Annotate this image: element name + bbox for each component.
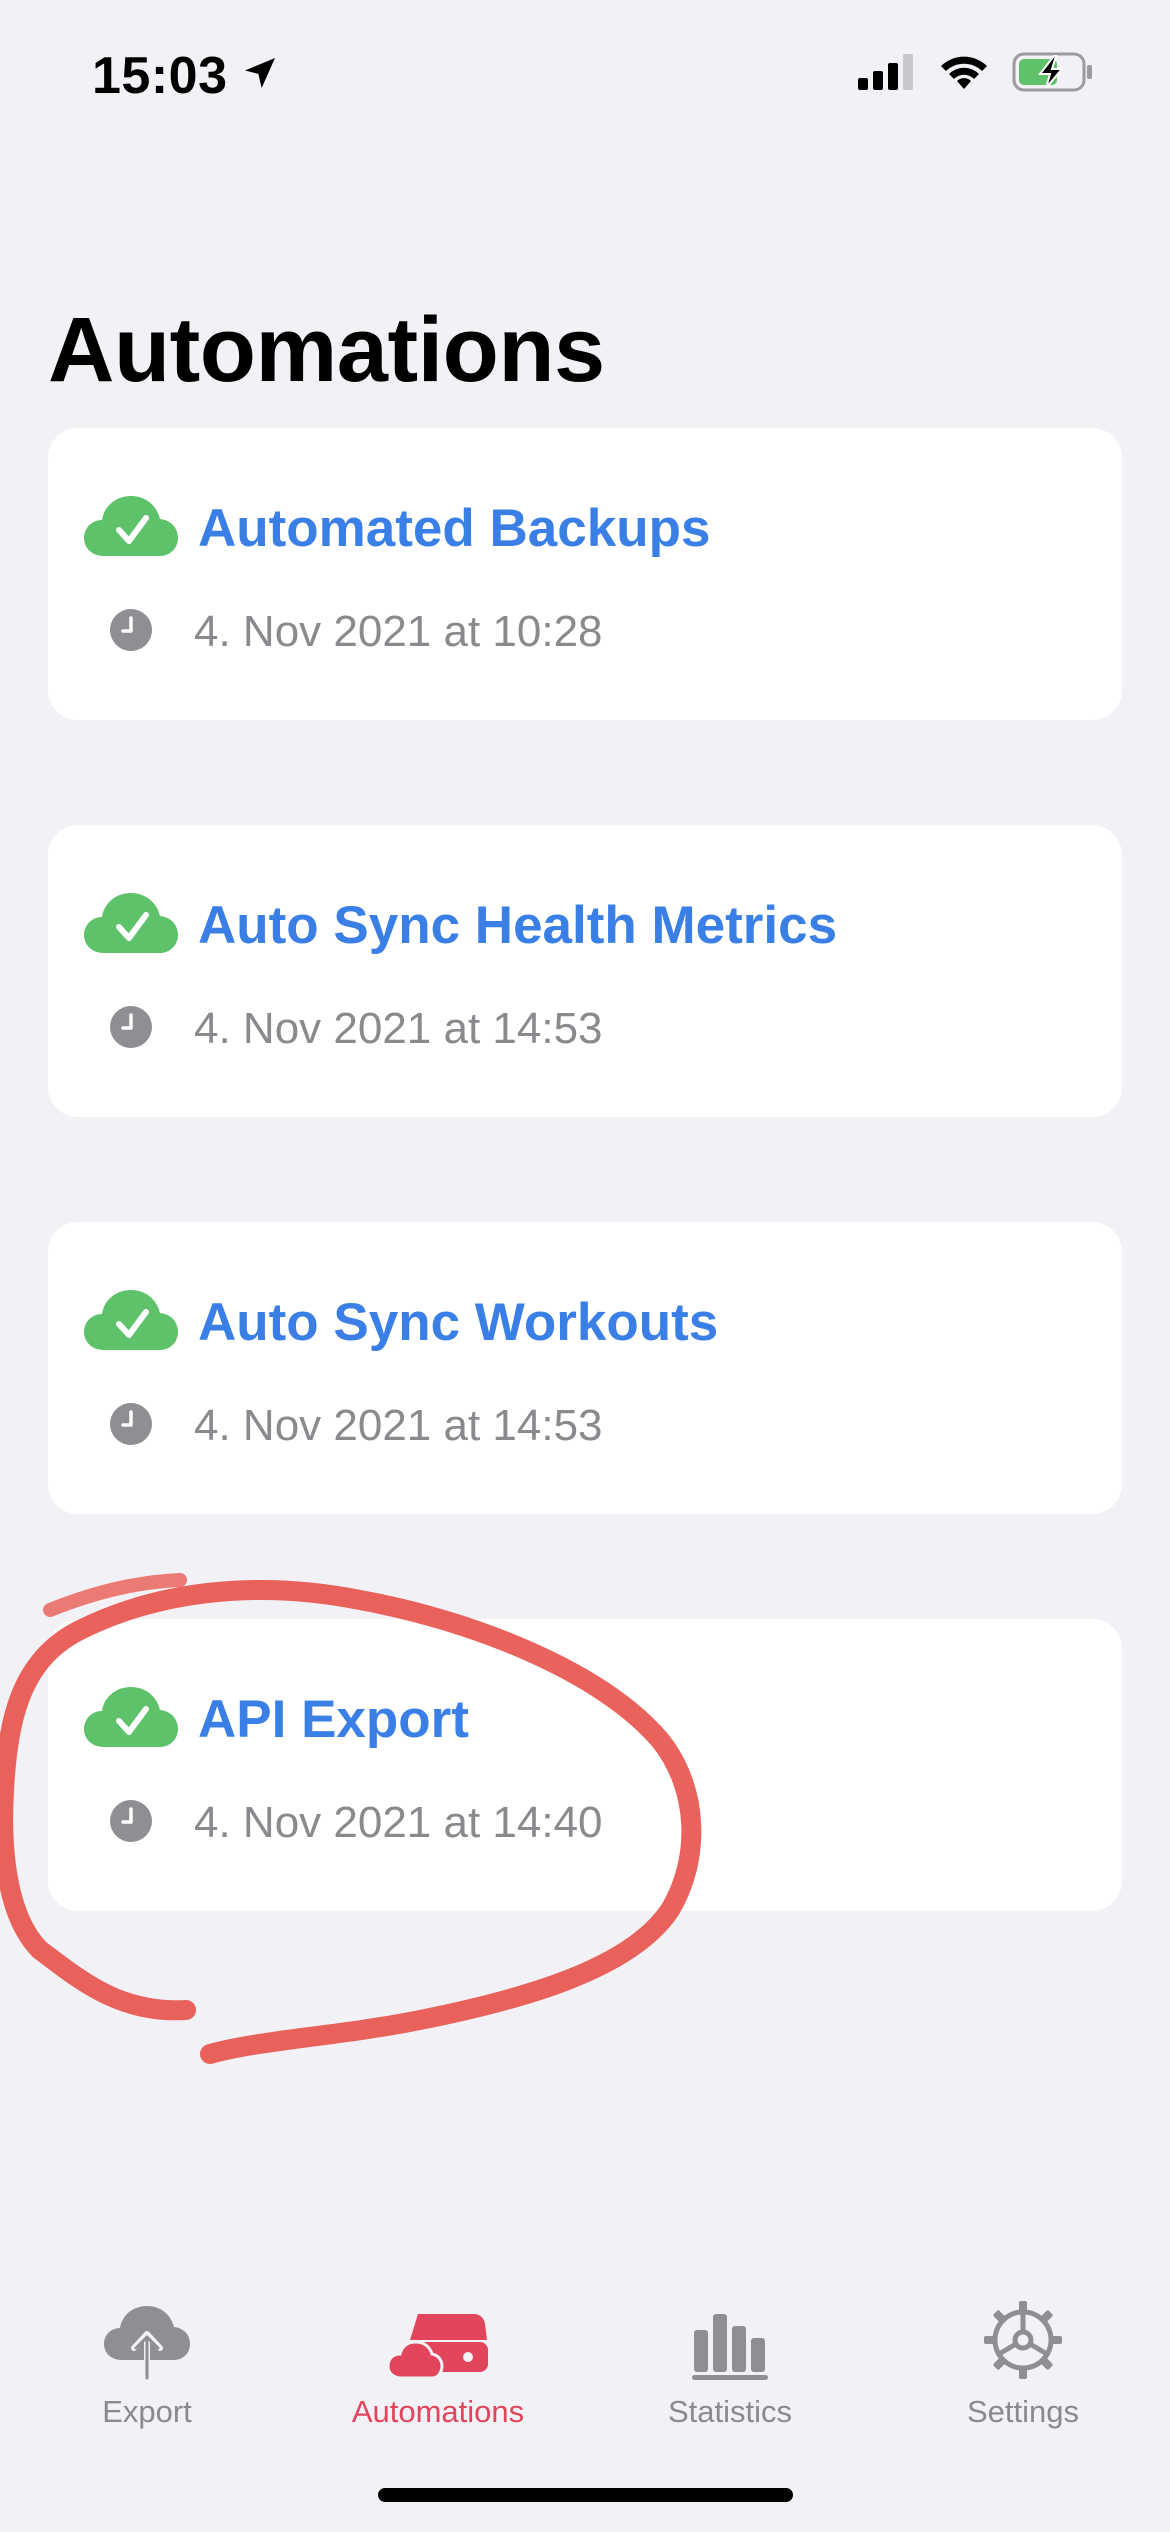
clock-icon: [110, 1799, 152, 1847]
automation-title: Auto Sync Workouts: [198, 1292, 719, 1352]
automations-icon: [388, 2294, 488, 2380]
automation-title: Automated Backups: [198, 498, 711, 558]
home-indicator[interactable]: [378, 2488, 793, 2502]
cloud-check-icon: [84, 1685, 178, 1754]
card-header: API Export: [84, 1685, 469, 1754]
wifi-icon: [938, 53, 990, 96]
status-time-group: 15:03: [92, 44, 280, 108]
status-bar: 15:03: [0, 0, 1170, 150]
automation-title: API Export: [198, 1689, 469, 1749]
card-timestamp-row: 4. Nov 2021 at 14:53: [110, 1003, 603, 1055]
cellular-signal-icon: [858, 54, 916, 95]
clock-icon: [110, 1402, 152, 1450]
battery-charging-icon: [1012, 52, 1094, 97]
automation-timestamp: 4. Nov 2021 at 14:53: [194, 1004, 603, 1053]
page-title: Automations: [48, 299, 605, 401]
tab-label: Export: [102, 2394, 192, 2429]
tab-label: Statistics: [667, 2394, 793, 2429]
card-timestamp-row: 4. Nov 2021 at 14:53: [110, 1400, 603, 1452]
tab-export[interactable]: Export: [17, 2294, 277, 2444]
status-indicators: [858, 52, 1094, 97]
gear-icon: [983, 2294, 1063, 2380]
automation-card[interactable]: API Export 4. Nov 2021 at 14:40: [48, 1619, 1122, 1911]
location-arrow-icon: [240, 46, 280, 106]
card-timestamp-row: 4. Nov 2021 at 14:40: [110, 1797, 603, 1849]
cloud-check-icon: [84, 494, 178, 563]
automation-card[interactable]: Automated Backups 4. Nov 2021 at 10:28: [48, 428, 1122, 720]
cloud-check-icon: [84, 1288, 178, 1357]
tab-automations[interactable]: Automations: [308, 2294, 568, 2444]
automation-timestamp: 4. Nov 2021 at 10:28: [194, 607, 603, 656]
clock-icon: [110, 1005, 152, 1053]
clock-icon: [110, 608, 152, 656]
bar-chart-icon: [692, 2294, 768, 2380]
automation-card[interactable]: Auto Sync Health Metrics 4. Nov 2021 at …: [48, 825, 1122, 1117]
card-timestamp-row: 4. Nov 2021 at 10:28: [110, 606, 603, 658]
automation-card[interactable]: Auto Sync Workouts 4. Nov 2021 at 14:53: [48, 1222, 1122, 1514]
cloud-upload-icon: [102, 2294, 192, 2380]
tab-settings[interactable]: Settings: [893, 2294, 1153, 2444]
status-time: 15:03: [92, 47, 228, 105]
card-header: Automated Backups: [84, 494, 710, 563]
automation-title: Auto Sync Health Metrics: [198, 895, 838, 955]
automation-timestamp: 4. Nov 2021 at 14:40: [194, 1798, 603, 1847]
tab-statistics[interactable]: Statistics: [600, 2294, 860, 2444]
card-header: Auto Sync Workouts: [84, 1288, 718, 1357]
tab-label: Settings: [966, 2394, 1079, 2429]
tab-label: Automations: [351, 2394, 525, 2429]
automation-timestamp: 4. Nov 2021 at 14:53: [194, 1401, 603, 1450]
card-header: Auto Sync Health Metrics: [84, 891, 837, 960]
cloud-check-icon: [84, 891, 178, 960]
